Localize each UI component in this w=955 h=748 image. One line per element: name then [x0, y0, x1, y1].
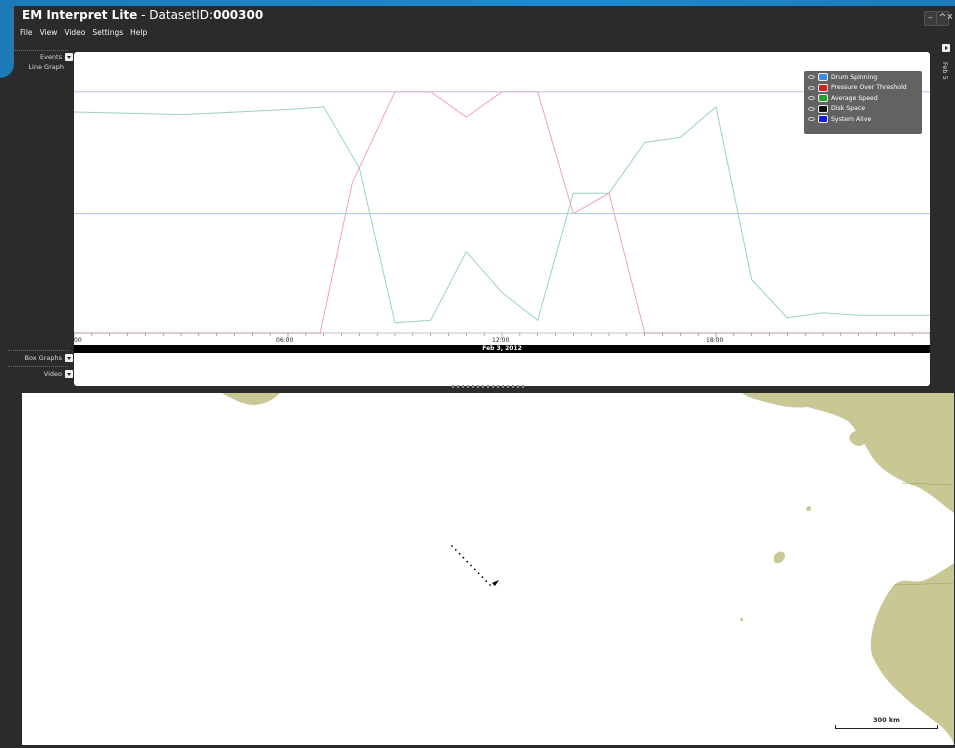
- track-point: [477, 572, 480, 575]
- legend-item-pressure-over-threshold[interactable]: Pressure Over Threshold: [804, 83, 922, 94]
- track-point: [489, 584, 491, 586]
- box-graphs-row-label: Box Graphs: [24, 354, 62, 362]
- legend-label: Drum Spinning: [831, 73, 878, 81]
- track-point: [485, 580, 488, 582]
- track-point: [451, 545, 453, 547]
- eye-icon[interactable]: [807, 106, 816, 112]
- track-point: [454, 549, 457, 551]
- panel-resize-handle[interactable]: [452, 385, 527, 388]
- divider: [8, 50, 68, 51]
- divider: [8, 366, 68, 367]
- legend-item-disk-space[interactable]: Disk Space: [804, 104, 922, 115]
- eye-icon[interactable]: [807, 116, 816, 122]
- expand-right-icon[interactable]: [942, 44, 950, 52]
- landmass-northeast: [742, 393, 954, 513]
- right-side-strip: Feb 5: [940, 44, 954, 386]
- box-graphs-dropdown-icon[interactable]: [65, 354, 73, 362]
- legend-swatch: [818, 115, 828, 124]
- island: [774, 551, 785, 564]
- menu-settings[interactable]: Settings: [92, 28, 123, 42]
- events-row-label: Events: [39, 53, 62, 61]
- legend-item-average-speed[interactable]: Average Speed: [804, 93, 922, 104]
- divider: [8, 350, 68, 351]
- close-button[interactable]: x: [946, 11, 954, 24]
- left-strip: [0, 393, 22, 748]
- chart-series-layer: [74, 91, 930, 334]
- line-graph-panel[interactable]: 00 06:00 12:00 18:00 Feb 3, 2012 Drum Sp…: [74, 52, 930, 386]
- menu-file[interactable]: File: [20, 28, 33, 42]
- menu-video[interactable]: Video: [64, 28, 85, 42]
- scale-line: [835, 725, 938, 729]
- eye-icon[interactable]: [807, 85, 816, 91]
- vessel-track: [451, 545, 491, 586]
- tick-label-1200: 12:00: [492, 337, 510, 344]
- map-canvas[interactable]: [22, 393, 954, 745]
- track-point: [458, 552, 461, 555]
- title-bar: EM Interpret Lite - DatasetID:000300 – ^…: [0, 6, 955, 26]
- track-point: [470, 564, 472, 567]
- legend-swatch: [818, 73, 828, 82]
- track-point: [481, 576, 484, 579]
- legend-swatch: [818, 83, 828, 92]
- chart-legend: Drum Spinning Pressure Over Threshold Av…: [804, 71, 922, 134]
- dataset-id: 000300: [213, 8, 264, 22]
- menu-help[interactable]: Help: [130, 28, 147, 42]
- legend-label: Average Speed: [831, 94, 878, 102]
- app-name: EM Interpret Lite: [22, 8, 138, 22]
- island: [806, 506, 812, 512]
- track-point: [466, 560, 469, 563]
- eye-icon[interactable]: [807, 74, 816, 80]
- menu-view[interactable]: View: [40, 28, 58, 42]
- series-line-average-speed: [74, 105, 930, 324]
- line-graph-row-label: Line Graph: [28, 63, 64, 71]
- video-dropdown-icon[interactable]: [65, 370, 73, 378]
- island: [740, 617, 744, 622]
- legend-swatch: [818, 104, 828, 113]
- legend-item-system-alive[interactable]: System Alive: [804, 114, 922, 125]
- tick-label-00: 00: [74, 337, 82, 344]
- map-panel[interactable]: 300 km: [22, 393, 954, 745]
- vessel-arrow-icon: [492, 580, 499, 586]
- app-title: EM Interpret Lite - DatasetID:000300: [22, 8, 263, 22]
- scale-label: 300 km: [873, 716, 900, 724]
- side-date-label: Feb 5: [941, 62, 949, 80]
- track-point: [473, 568, 476, 571]
- tick-label-0600: 06:00: [276, 337, 294, 344]
- tick-label-1800: 18:00: [706, 337, 724, 344]
- series-line-pressure-over-threshold: [74, 91, 930, 334]
- events-dropdown-icon[interactable]: [65, 53, 73, 61]
- legend-item-drum-spinning[interactable]: Drum Spinning: [804, 72, 922, 83]
- line-chart: [74, 91, 930, 339]
- landmass-north: [222, 393, 280, 405]
- legend-label: System Alive: [831, 115, 872, 123]
- legend-label: Disk Space: [831, 105, 866, 113]
- video-row-label: Video: [43, 370, 62, 378]
- app-title-separator: - DatasetID:: [137, 8, 214, 22]
- map-scale-bar: 300 km: [835, 716, 938, 729]
- eye-icon[interactable]: [807, 95, 816, 101]
- menu-bar: File View Video Settings Help: [20, 28, 147, 42]
- timeline-date-bar: Feb 3, 2012: [74, 345, 930, 353]
- track-point: [462, 556, 465, 559]
- legend-swatch: [818, 94, 828, 103]
- legend-label: Pressure Over Threshold: [831, 84, 907, 92]
